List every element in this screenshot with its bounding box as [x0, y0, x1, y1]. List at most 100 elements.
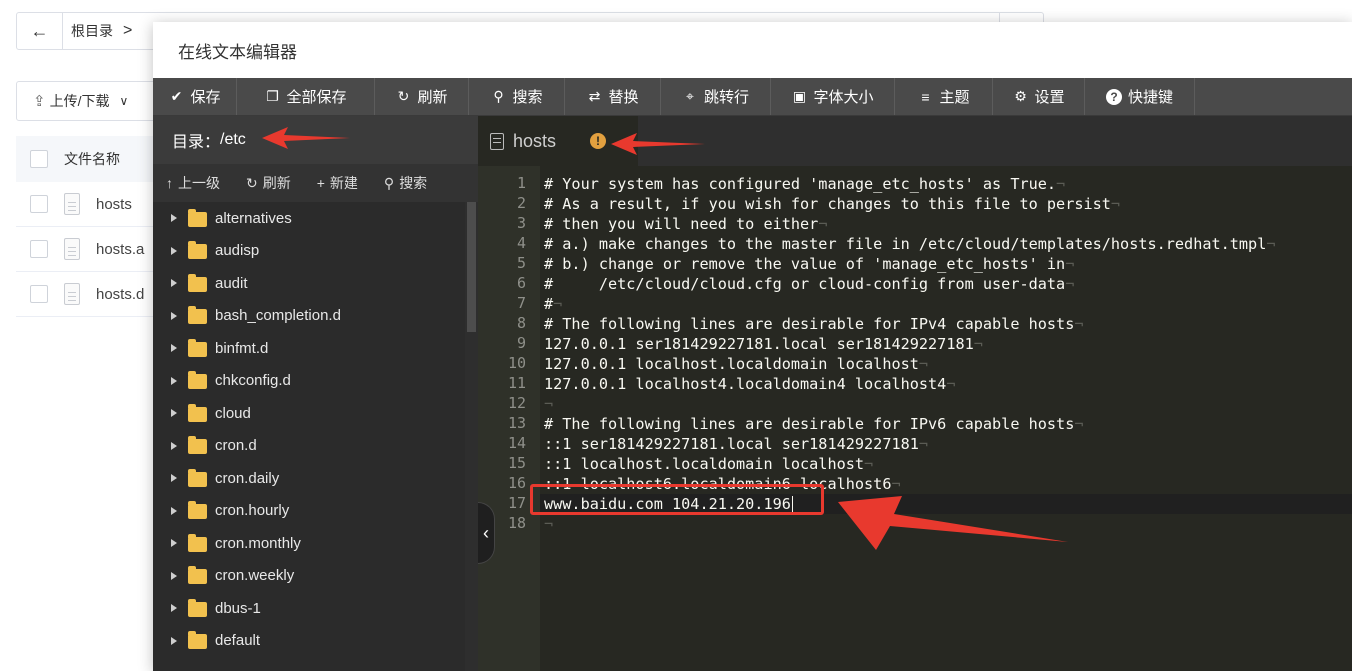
theme-button[interactable]: ≡ 主题	[895, 78, 993, 115]
row-checkbox[interactable]	[30, 195, 48, 213]
goto-line-button[interactable]: ⌖ 跳转行	[661, 78, 771, 115]
tree-item-label: audisp	[215, 242, 260, 260]
code-line[interactable]: # Your system has configured 'manage_etc…	[544, 174, 1065, 194]
tree-item[interactable]: cron.hourly	[153, 495, 465, 528]
tree-item[interactable]: cron.weekly	[153, 560, 465, 593]
code-line[interactable]: #¬	[544, 294, 562, 314]
code-line[interactable]: # The following lines are desirable for …	[544, 414, 1084, 434]
code-line[interactable]: ¬	[544, 394, 553, 414]
plus-icon: +	[316, 175, 325, 191]
file-icon	[64, 238, 80, 260]
code-line[interactable]: # b.) change or remove the value of 'man…	[544, 254, 1074, 274]
file-name[interactable]: hosts	[96, 196, 132, 213]
tree-item-label: audit	[215, 274, 248, 292]
code-line[interactable]: ¬	[544, 514, 553, 534]
file-name[interactable]: hosts.d	[96, 286, 144, 303]
caret-right-icon[interactable]	[171, 376, 177, 385]
caret-right-icon[interactable]	[171, 279, 177, 288]
back-button[interactable]: ←	[17, 13, 63, 49]
column-filename[interactable]: 文件名称	[64, 149, 120, 169]
code-line[interactable]: # a.) make changes to the master file in…	[544, 234, 1276, 254]
code-area[interactable]: # Your system has configured 'manage_etc…	[544, 166, 1352, 671]
code-line[interactable]: 127.0.0.1 localhost.localdomain localhos…	[544, 354, 928, 374]
code-line[interactable]: 127.0.0.1 ser181429227181.local ser18142…	[544, 334, 983, 354]
tree-item[interactable]: dbus-1	[153, 592, 465, 625]
editor-title: 在线文本编辑器	[153, 22, 1352, 78]
save-all-button[interactable]: ❐ 全部保存	[237, 78, 375, 115]
code-line[interactable]: 127.0.0.1 localhost4.localdomain4 localh…	[544, 374, 955, 394]
search-button[interactable]: ⚲ 搜索	[469, 78, 565, 115]
new-file-label: 新建	[329, 175, 358, 191]
eol-marker: ¬	[1074, 315, 1084, 333]
code-line[interactable]: ::1 localhost.localdomain localhost¬	[544, 454, 873, 474]
code-line[interactable]: ::1 ser181429227181.local ser18142922718…	[544, 434, 928, 454]
tree-item[interactable]: alternatives	[153, 202, 465, 235]
tree-item[interactable]: cron.d	[153, 430, 465, 463]
line-number: 5	[516, 254, 526, 272]
tree-item[interactable]: chkconfig.d	[153, 365, 465, 398]
tab-hosts[interactable]: hosts !	[478, 116, 638, 166]
save-button[interactable]: ✔ 保存	[153, 78, 237, 115]
table-row[interactable]: hosts	[16, 182, 160, 227]
tree-item[interactable]: default	[153, 625, 465, 658]
tree-item[interactable]: cron.monthly	[153, 527, 465, 560]
file-name[interactable]: hosts.a	[96, 241, 144, 258]
eol-marker: ¬	[973, 335, 983, 353]
caret-right-icon[interactable]	[171, 246, 177, 255]
upload-download-button[interactable]: ⇪ 上传/下载 ∨	[16, 81, 156, 121]
table-row[interactable]: hosts.d	[16, 272, 160, 317]
caret-right-icon[interactable]	[171, 506, 177, 515]
replace-button[interactable]: ⇄ 替换	[565, 78, 661, 115]
parent-dir-button[interactable]: ↑ 上一级	[153, 173, 233, 193]
caret-right-icon[interactable]	[171, 604, 177, 613]
caret-right-icon[interactable]	[171, 636, 177, 645]
line-number: 4	[516, 234, 526, 252]
row-checkbox[interactable]	[30, 285, 48, 303]
tree-item[interactable]: audit	[153, 267, 465, 300]
sidebar-scrollbar[interactable]	[465, 202, 478, 671]
shortcuts-button[interactable]: ? 快捷键	[1085, 78, 1195, 115]
tree-item[interactable]: cron.daily	[153, 462, 465, 495]
caret-right-icon[interactable]	[171, 344, 177, 353]
menu-icon: ≡	[921, 88, 930, 105]
refresh-button[interactable]: ↻ 刷新	[375, 78, 469, 115]
row-checkbox[interactable]	[30, 240, 48, 258]
code-line[interactable]: # /etc/cloud/cloud.cfg or cloud-config f…	[544, 274, 1074, 294]
line-number: 1	[516, 174, 526, 192]
directory-tree: alternatives audisp audit bash_completion.d…	[153, 202, 465, 657]
code-line[interactable]: # The following lines are desirable for …	[544, 314, 1084, 334]
folder-icon	[188, 468, 207, 487]
refresh-icon: ↻	[246, 174, 258, 191]
caret-right-icon[interactable]	[171, 539, 177, 548]
caret-right-icon[interactable]	[171, 214, 177, 223]
upload-download-label: 上传/下载	[49, 93, 110, 109]
tree-item[interactable]: binfmt.d	[153, 332, 465, 365]
sidebar-search-button[interactable]: ⚲ 搜索	[371, 173, 440, 193]
breadcrumb-root[interactable]: 根目录	[71, 21, 113, 41]
caret-right-icon[interactable]	[171, 409, 177, 418]
folder-icon	[188, 338, 207, 357]
code-line[interactable]: # As a result, if you wish for changes t…	[544, 194, 1120, 214]
collapse-sidebar-button[interactable]: ‹	[478, 502, 495, 564]
eol-marker: ¬	[1266, 235, 1276, 253]
caret-right-icon[interactable]	[171, 474, 177, 483]
arrow-up-icon: ↑	[166, 175, 173, 191]
sidebar-scrollbar-thumb[interactable]	[467, 202, 476, 332]
tree-item[interactable]: bash_completion.d	[153, 300, 465, 333]
tree-item-label: chkconfig.d	[215, 372, 291, 390]
code-line-text: # /etc/cloud/cloud.cfg or cloud-config f…	[544, 275, 1066, 293]
sidebar-refresh-button[interactable]: ↻ 刷新	[233, 173, 304, 193]
caret-right-icon[interactable]	[171, 571, 177, 580]
new-file-button[interactable]: + 新建	[304, 173, 371, 193]
tree-item[interactable]: audisp	[153, 235, 465, 268]
table-row[interactable]: hosts.a	[16, 227, 160, 272]
code-line[interactable]: # then you will need to either¬	[544, 214, 827, 234]
select-all-checkbox[interactable]	[30, 150, 48, 168]
caret-right-icon[interactable]	[171, 441, 177, 450]
settings-button[interactable]: ⚙ 设置	[993, 78, 1085, 115]
font-size-button[interactable]: ▣ 字体大小	[771, 78, 895, 115]
line-number: 16	[507, 474, 526, 492]
eol-marker: ¬	[544, 515, 554, 533]
caret-right-icon[interactable]	[171, 311, 177, 320]
tree-item[interactable]: cloud	[153, 397, 465, 430]
